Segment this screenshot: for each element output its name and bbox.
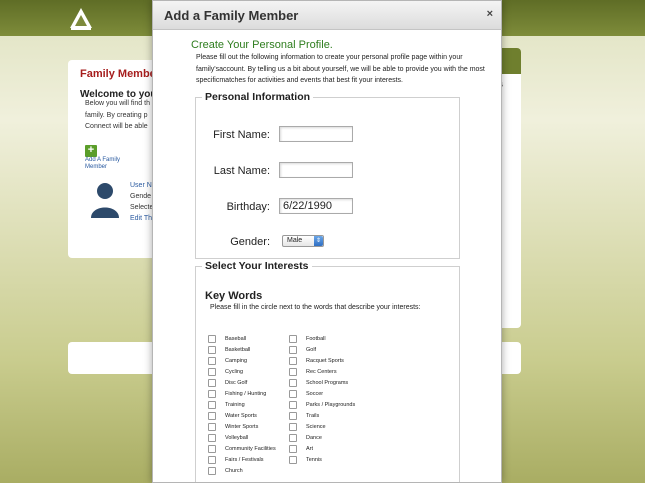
modal-header: Add a Family Member × [153,1,501,30]
gender-select[interactable]: Male ⇕ [282,235,324,247]
interest-label: Fishing / Hunting [225,391,267,397]
add-member-icon[interactable]: + [85,145,97,157]
interest-checkbox[interactable] [289,357,297,365]
interest-checkbox[interactable] [289,434,297,442]
modal-title: Add a Family Member [164,8,299,23]
interest-checkbox[interactable] [208,379,216,387]
interest-checkbox[interactable] [208,467,216,475]
interest-label: Dance [306,435,322,441]
gender-select-value: Male [287,237,303,244]
interest-checkbox[interactable] [289,445,297,453]
interest-label: Fairs / Festivals [225,457,264,463]
interest-label: Tennis [306,457,322,463]
edit-link[interactable]: Edit Th [130,215,152,222]
interest-label: Camping [225,358,248,364]
interest-label: Trails [306,413,320,419]
interest-label: Water Sports [225,413,257,419]
interest-checkbox[interactable] [208,335,216,343]
last-name-label: Last Name: [213,165,270,177]
interest-checkbox[interactable] [208,456,216,464]
interest-checkbox[interactable] [289,379,297,387]
welcome-line-3: Connect will be able [85,123,148,130]
interest-checkbox[interactable] [208,412,216,420]
interest-label: Community Facilities [225,446,276,452]
interests-legend: Select Your Interests [205,260,309,272]
interest-label: Parks / Playgrounds [306,402,356,408]
interest-checkbox[interactable] [289,335,297,343]
welcome-heading: Welcome to you [80,89,157,100]
avatar [91,183,119,218]
interest-checkbox[interactable] [208,346,216,354]
interest-label: Church [225,468,243,474]
profile-title: Create Your Personal Profile. [191,39,333,51]
interest-checkbox[interactable] [208,445,216,453]
interest-label: Golf [306,347,317,353]
interest-checkbox[interactable] [208,390,216,398]
interest-checkbox[interactable] [289,390,297,398]
first-name-row: First Name: [196,126,456,146]
interest-label: Disc Golf [225,380,248,386]
modal-body[interactable]: Create Your Personal Profile. Please fil… [153,30,501,482]
interest-label: Soccer [306,391,324,397]
interest-checkbox[interactable] [289,412,297,420]
last-name-field[interactable] [279,162,353,178]
interest-label: School Programs [306,380,349,386]
last-name-row: Last Name: [196,162,456,182]
interest-checkbox[interactable] [208,423,216,431]
close-icon[interactable]: × [487,8,493,20]
interest-label: Science [306,424,326,430]
gender-row: Gender: Male ⇕ [196,232,456,252]
interest-checkbox[interactable] [289,456,297,464]
personal-information-section: Personal Information First Name: Last Na… [195,91,460,259]
user-selected: Selecte [130,204,154,211]
intro-text: Please fill out the following informatio… [196,54,485,84]
interest-checkbox[interactable] [289,423,297,431]
personal-information-legend: Personal Information [205,91,311,103]
interest-label: Volleyball [225,435,249,441]
first-name-field[interactable] [279,126,353,142]
chevron-updown-icon: ⇕ [314,236,323,246]
interest-checkbox[interactable] [289,368,297,376]
interest-checkbox[interactable] [208,401,216,409]
interest-checkbox[interactable] [289,401,297,409]
interest-checkbox[interactable] [208,357,216,365]
interest-label: Rec Centers [306,369,337,375]
interest-label: Baseball [225,336,247,342]
family-member-title: Family Member [80,68,161,80]
welcome-line-2: family. By creating p [85,112,148,119]
interest-label: Cycling [225,369,244,375]
interest-label: Basketball [225,347,251,353]
user-name-link[interactable]: User N [130,182,152,189]
keywords-title: Key Words [205,290,263,302]
bottom-strip [68,342,158,374]
birthday-row: Birthday: [196,198,456,218]
site-logo-icon[interactable] [68,6,94,32]
welcome-line-1: Below you will find th [85,100,150,107]
keywords-instructions: Please fill in the circle next to the wo… [210,304,421,311]
interest-checkbox[interactable] [208,434,216,442]
interest-label: Training [225,402,245,408]
interest-checkbox[interactable] [289,346,297,354]
birthday-field[interactable] [279,198,353,214]
gender-label: Gender: [230,236,270,248]
interests-section: Select Your Interests Key Words Please f… [195,260,460,482]
interest-label: Football [306,336,326,342]
interest-label: Art [306,446,314,452]
interest-label: Winter Sports [225,424,259,430]
add-family-member-modal: Add a Family Member × Create Your Person… [152,0,502,483]
user-gender: Gende [130,193,152,200]
interest-checkbox[interactable] [208,368,216,376]
first-name-label: First Name: [213,129,270,141]
interest-label: Racquet Sports [306,358,344,364]
birthday-label: Birthday: [226,201,270,213]
add-member-link[interactable]: Add A Family Member [85,157,135,171]
